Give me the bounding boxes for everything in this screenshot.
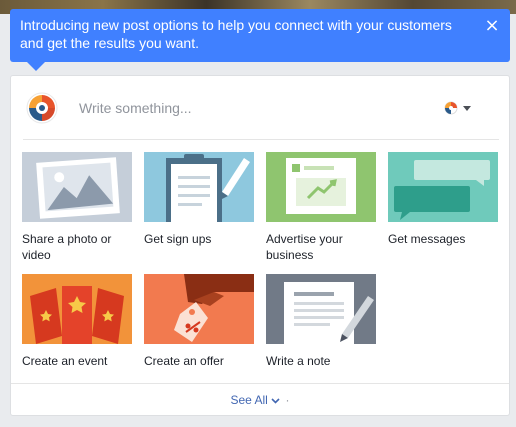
option-label: Write a note <box>266 354 331 368</box>
option-create-event[interactable]: Create an event <box>22 274 132 369</box>
option-write-note[interactable]: Write a note <box>266 274 376 369</box>
option-get-sign-ups[interactable]: Get sign ups <box>144 152 254 247</box>
composer-row <box>11 76 509 140</box>
sign-up-clipboard-icon <box>144 152 254 222</box>
audience-selector[interactable] <box>444 100 474 116</box>
tooltip-text: Introducing new post options to help you… <box>20 17 452 51</box>
new-options-tooltip: Introducing new post options to help you… <box>10 9 510 71</box>
event-tickets-icon <box>22 274 132 344</box>
chevron-down-icon <box>271 398 280 404</box>
separator-dot: · <box>285 393 290 407</box>
audience-selector-icon <box>444 101 471 115</box>
advertise-icon <box>266 152 376 222</box>
create-post-card: Share a photo or video Get sign ups Adv <box>10 75 510 416</box>
option-label: Share a photo or video <box>22 232 112 262</box>
option-get-messages[interactable]: Get messages <box>388 152 498 247</box>
write-something-input[interactable] <box>79 98 409 118</box>
option-label: Get messages <box>388 232 466 246</box>
option-label: Advertise your business <box>266 232 343 262</box>
footer-divider <box>11 383 509 384</box>
profile-avatar-icon[interactable] <box>26 92 58 124</box>
see-all-link[interactable]: See All · <box>11 393 509 407</box>
composer-divider <box>23 139 499 140</box>
close-icon[interactable]: × <box>484 17 500 35</box>
photo-icon <box>22 152 132 222</box>
option-share-photo[interactable]: Share a photo or video <box>22 152 132 263</box>
note-icon <box>266 274 376 344</box>
option-label: Create an offer <box>144 354 224 368</box>
option-label: Create an event <box>22 354 108 368</box>
messages-icon <box>388 152 498 222</box>
offer-tag-icon <box>144 274 254 344</box>
option-advertise-business[interactable]: Advertise your business <box>266 152 376 263</box>
chevron-down-icon <box>463 106 471 111</box>
option-label: Get sign ups <box>144 232 212 246</box>
see-all-label: See All <box>230 393 268 407</box>
option-create-offer[interactable]: Create an offer <box>144 274 254 369</box>
